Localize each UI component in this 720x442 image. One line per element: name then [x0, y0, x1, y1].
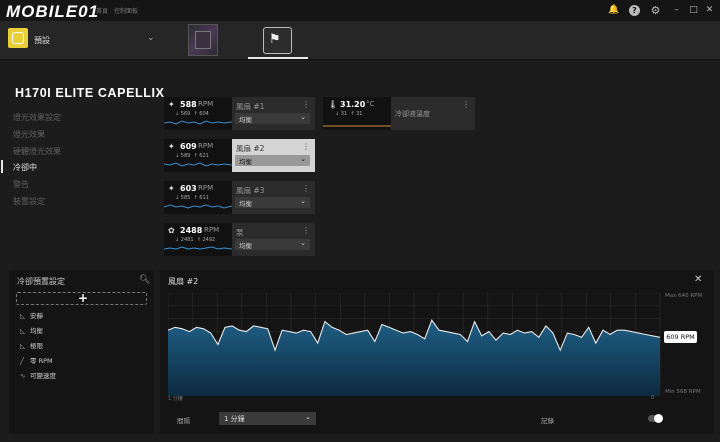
motherboard-device[interactable]: [188, 24, 218, 56]
fan-rpm-value: 603: [180, 184, 197, 193]
temp-unit: °C: [366, 100, 375, 108]
more-options-icon[interactable]: ⋮: [302, 142, 310, 151]
settings-icon[interactable]: ⚙: [650, 5, 661, 16]
fan-rpm-unit: RPM: [198, 184, 214, 192]
interval-label: 間隔: [177, 417, 190, 425]
device-title: H170I ELITE CAPELLIX: [15, 86, 165, 100]
chart-x-start: 1 分鐘: [168, 396, 183, 402]
more-options-icon[interactable]: ⋮: [302, 226, 310, 235]
temp-minmax: ↓ 31 ↑ 31: [335, 111, 363, 117]
brand-logo: MOBILE01: [6, 2, 100, 21]
fan-rpm-unit: RPM: [198, 142, 214, 150]
curve-icon: ◺: [20, 342, 25, 350]
minimize-icon[interactable]: –: [671, 5, 682, 16]
pump-sparkline: [164, 246, 232, 250]
close-icon[interactable]: ✕: [694, 274, 702, 285]
variable-curve-icon: ∿: [20, 372, 26, 380]
fan-rpm-unit: RPM: [198, 100, 214, 108]
fan-icon: ✦: [168, 100, 175, 109]
fan-sparkline: [164, 204, 232, 209]
pump-card[interactable]: ✿ 2488 RPM ↓ 2481 ↑ 2492 泵 ⋮ 均衡 ⌄: [164, 223, 315, 256]
search-icon[interactable]: 🔍︎: [139, 275, 150, 285]
menu-home[interactable]: 首頁: [96, 6, 108, 15]
rpm-chart: [168, 293, 661, 396]
fan-minmax: ↓ 589 ↑ 621: [175, 153, 209, 159]
fan-name: 風扇 #1: [236, 102, 265, 111]
preset-panel-title: 冷卻預置設定: [17, 277, 65, 286]
chart-max-label: Max 640 RPM: [665, 293, 703, 299]
maximize-icon[interactable]: □: [688, 5, 699, 16]
nav-active-indicator: [1, 160, 3, 173]
fan-icon: ✦: [168, 184, 175, 193]
corsair-sails-icon: ⚑: [269, 32, 281, 47]
more-options-icon[interactable]: ⋮: [462, 100, 470, 109]
fan-card-1[interactable]: ✦ 588 RPM ↓ 569 ↑ 604 風扇 #1 ⋮ 均衡 ⌄: [164, 97, 315, 130]
pump-minmax: ↓ 2481 ↑ 2492: [175, 237, 216, 243]
fan-rpm-value: 588: [180, 100, 197, 109]
fan-minmax: ↓ 569 ↑ 604: [175, 111, 209, 117]
preset-item-zero-rpm[interactable]: ╱ 零 RPM: [20, 355, 53, 365]
preset-item-variable[interactable]: ∿ 可變速度: [20, 370, 56, 380]
fan-mode-select[interactable]: 均衡 ⌄: [235, 155, 310, 166]
chart-x-end: 0: [651, 395, 655, 401]
plus-icon: +: [78, 291, 89, 305]
preset-label[interactable]: 預設: [34, 35, 50, 46]
curve-icon: ◺: [20, 327, 25, 335]
fan-icon: ✦: [168, 142, 175, 151]
menu-dashboard[interactable]: 控制面板: [114, 6, 138, 15]
temp-sparkline: [323, 125, 391, 127]
fan-minmax: ↓ 585 ↑ 611: [175, 195, 209, 201]
temp-value: 31.20: [340, 100, 366, 109]
record-label: 記錄: [541, 417, 554, 425]
preset-item-balanced[interactable]: ◺ 均衡: [20, 325, 43, 335]
pump-icon: ✿: [168, 226, 175, 235]
fan-name: 風扇 #2: [236, 144, 265, 153]
nav-cooling[interactable]: 冷卻中: [13, 162, 37, 173]
chart-min-label: Min 568 RPM: [665, 389, 701, 395]
pump-rpm-unit: RPM: [204, 226, 220, 234]
fan-mode-select[interactable]: 均衡 ⌄: [235, 113, 310, 124]
fan-sparkline: [164, 162, 232, 167]
temp-name: 冷卻液溫度: [395, 110, 430, 118]
chevron-down-icon[interactable]: ⌄: [147, 33, 155, 43]
help-icon[interactable]: ?: [629, 5, 640, 16]
nav-alerts[interactable]: 警告: [13, 179, 29, 190]
preset-item-quiet[interactable]: ◺ 安靜: [20, 310, 43, 320]
preset-hex-icon[interactable]: [8, 28, 28, 48]
nav-hardware-lighting[interactable]: 硬體燈光效果: [13, 146, 61, 157]
more-options-icon[interactable]: ⋮: [302, 100, 310, 109]
preset-item-extreme[interactable]: ◺ 極限: [20, 340, 43, 350]
chart-title: 風扇 #2: [168, 277, 199, 286]
close-icon[interactable]: ✕: [704, 5, 715, 16]
nav-lighting-effects[interactable]: 燈光效果: [13, 129, 45, 140]
coolant-temp-card[interactable]: 🌡 31.20 °C ↓ 31 ↑ 31 冷卻液溫度 ⋮: [323, 97, 475, 130]
current-rpm-tag: 609 RPM: [664, 331, 697, 343]
pump-mode-select[interactable]: 均衡 ⌄: [235, 239, 310, 250]
fan-card-3[interactable]: ✦ 603 RPM ↓ 585 ↑ 611 風扇 #3 ⋮ 均衡 ⌄: [164, 181, 315, 214]
zero-rpm-curve-icon: ╱: [20, 357, 24, 365]
device-bar: [0, 21, 720, 60]
pump-rpm-value: 2488: [180, 226, 203, 235]
interval-select[interactable]: 1 分鐘 ⌄: [219, 412, 316, 425]
more-options-icon[interactable]: ⋮: [302, 184, 310, 193]
curve-icon: ◺: [20, 312, 25, 320]
fan-name: 風扇 #3: [236, 186, 265, 195]
nav-device-settings[interactable]: 裝置設定: [13, 196, 45, 207]
fan-card-2[interactable]: ✦ 609 RPM ↓ 589 ↑ 621 風扇 #2 ⋮ 均衡 ⌄: [164, 139, 315, 172]
fan-sparkline: [164, 120, 232, 125]
record-toggle[interactable]: [648, 414, 663, 423]
fan-rpm-value: 609: [180, 142, 197, 151]
thermometer-icon: 🌡: [328, 100, 339, 109]
pump-name: 泵: [236, 228, 244, 237]
fan-mode-select[interactable]: 均衡 ⌄: [235, 197, 310, 208]
bell-icon[interactable]: 🔔: [608, 5, 619, 16]
nav-lighting-setup[interactable]: 燈光效果設定: [13, 112, 61, 123]
selected-device-indicator: [248, 57, 308, 59]
